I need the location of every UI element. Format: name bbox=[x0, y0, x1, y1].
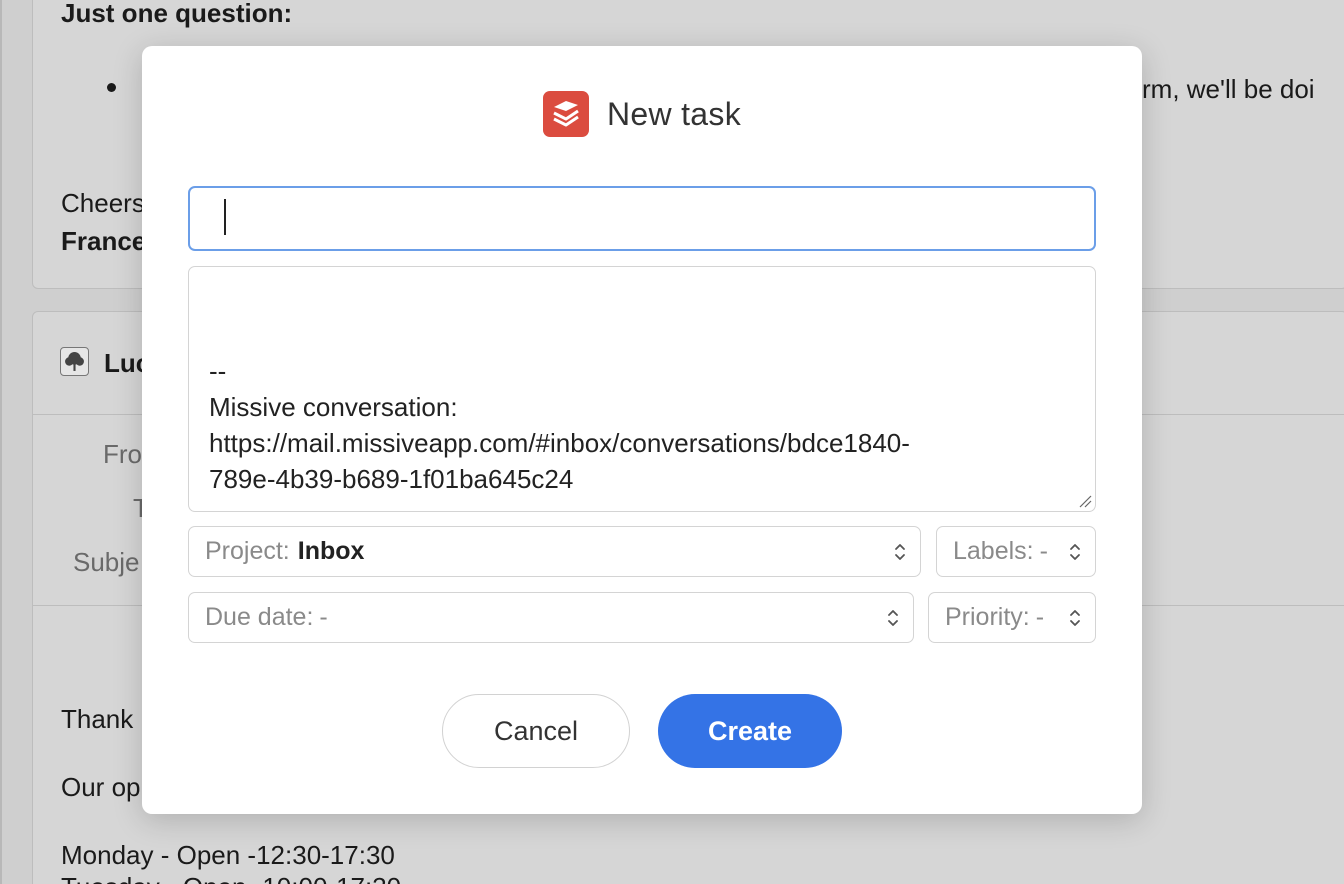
new-task-dialog: New task -- Missive conversation: https:… bbox=[142, 46, 1142, 814]
text-caret bbox=[224, 199, 226, 235]
chevron-up-down-icon bbox=[895, 544, 905, 560]
due-date-value: - bbox=[319, 603, 328, 631]
due-date-label: Due date: bbox=[205, 603, 314, 631]
chevron-up-down-icon bbox=[888, 610, 898, 626]
bullet-point bbox=[107, 83, 116, 92]
priority-label: Priority: bbox=[945, 603, 1030, 631]
task-description-textarea[interactable]: -- Missive conversation: https://mail.mi… bbox=[188, 266, 1096, 512]
subject-label: Subje bbox=[73, 547, 140, 577]
left-rail bbox=[0, 0, 2, 884]
chevron-up-down-icon bbox=[1070, 610, 1080, 626]
project-value: Inbox bbox=[297, 537, 365, 565]
email-body-thanks: Thank bbox=[61, 704, 134, 734]
sender-avatar bbox=[60, 347, 89, 376]
due-date-select[interactable]: Due date: - bbox=[188, 592, 914, 643]
todoist-logo-icon bbox=[543, 91, 589, 137]
email-body-monday: Monday - Open -12:30-17:30 bbox=[61, 840, 395, 870]
email-sender-name: France bbox=[61, 226, 147, 256]
project-select[interactable]: Project: Inbox bbox=[188, 526, 921, 577]
labels-select[interactable]: Labels: - bbox=[936, 526, 1096, 577]
description-line: Missive conversation: bbox=[209, 392, 458, 422]
labels-value: - bbox=[1039, 537, 1048, 565]
project-label: Project: bbox=[205, 537, 290, 565]
description-line: https://mail.missiveapp.com/#inbox/conve… bbox=[209, 428, 910, 458]
email-signoff: Cheers bbox=[61, 188, 145, 218]
email-body-tuesday: Tuesday - Open -10:00-17:30 bbox=[61, 872, 401, 884]
layers-icon bbox=[553, 101, 579, 127]
chevron-up-down-icon bbox=[1070, 544, 1080, 560]
dialog-title: New task bbox=[607, 95, 741, 132]
dialog-header: New task bbox=[142, 90, 1142, 138]
task-title-input[interactable] bbox=[188, 186, 1096, 251]
priority-value: - bbox=[1035, 603, 1045, 631]
priority-select[interactable]: Priority: - bbox=[928, 592, 1096, 643]
email-body-opening: Our op bbox=[61, 772, 141, 802]
email-bullet-text: rm, we'll be doi bbox=[1142, 74, 1315, 104]
description-line: 789e-4b39-b689-1f01ba645c24 bbox=[209, 464, 574, 494]
labels-label: Labels: bbox=[953, 537, 1034, 565]
resize-handle-icon[interactable] bbox=[1078, 494, 1092, 508]
from-label: Fro bbox=[103, 439, 142, 469]
email-heading: Just one question: bbox=[61, 0, 293, 28]
description-content: -- Missive conversation: https://mail.mi… bbox=[209, 353, 910, 497]
description-line: -- bbox=[209, 356, 227, 386]
create-button[interactable]: Create bbox=[658, 694, 842, 768]
cancel-button[interactable]: Cancel bbox=[442, 694, 630, 768]
tree-icon bbox=[65, 352, 84, 371]
